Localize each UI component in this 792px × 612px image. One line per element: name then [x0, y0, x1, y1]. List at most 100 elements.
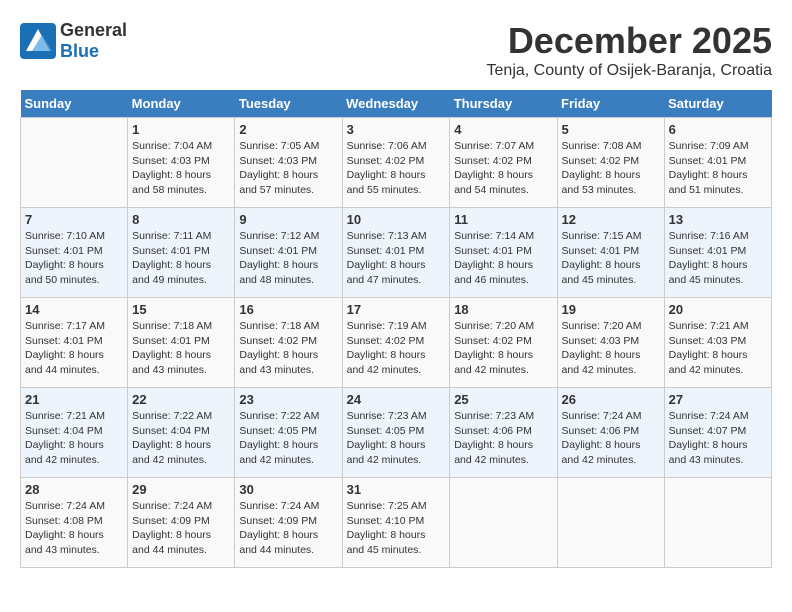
- day-number: 7: [25, 212, 123, 227]
- calendar-week-3: 21 Sunrise: 7:21 AM Sunset: 4:04 PM Dayli…: [21, 388, 772, 478]
- day-number: 1: [132, 122, 230, 137]
- day-number: 2: [239, 122, 337, 137]
- logo-icon: [20, 23, 56, 59]
- logo-blue: Blue: [60, 41, 99, 61]
- day-number: 15: [132, 302, 230, 317]
- day-info: Sunrise: 7:06 AM Sunset: 4:02 PM Dayligh…: [347, 139, 446, 198]
- calendar-cell: 25 Sunrise: 7:23 AM Sunset: 4:06 PM Dayli…: [450, 388, 557, 478]
- day-info: Sunrise: 7:20 AM Sunset: 4:02 PM Dayligh…: [454, 319, 552, 378]
- calendar-cell: 8Sunrise: 7:11 AM Sunset: 4:01 PM Daylig…: [128, 208, 235, 298]
- day-number: 14: [25, 302, 123, 317]
- day-number: 24: [347, 392, 446, 407]
- day-number: 31: [347, 482, 446, 497]
- day-info: Sunrise: 7:22 AM Sunset: 4:04 PM Dayligh…: [132, 409, 230, 468]
- day-info: Sunrise: 7:24 AM Sunset: 4:06 PM Dayligh…: [562, 409, 660, 468]
- day-number: 28: [25, 482, 123, 497]
- calendar-cell: 20Sunrise: 7:21 AM Sunset: 4:03 PM Dayli…: [664, 298, 771, 388]
- day-info: Sunrise: 7:18 AM Sunset: 4:01 PM Dayligh…: [132, 319, 230, 378]
- day-info: Sunrise: 7:22 AM Sunset: 4:05 PM Dayligh…: [239, 409, 337, 468]
- day-info: Sunrise: 7:18 AM Sunset: 4:02 PM Dayligh…: [239, 319, 337, 378]
- logo-text: General Blue: [60, 20, 127, 62]
- calendar-cell: 21 Sunrise: 7:21 AM Sunset: 4:04 PM Dayli…: [21, 388, 128, 478]
- calendar-week-0: 1 Sunrise: 7:04 AM Sunset: 4:03 PM Daylig…: [21, 118, 772, 208]
- day-info: Sunrise: 7:17 AM Sunset: 4:01 PM Dayligh…: [25, 319, 123, 378]
- day-info: Sunrise: 7:07 AM Sunset: 4:02 PM Dayligh…: [454, 139, 552, 198]
- day-number: 6: [669, 122, 767, 137]
- calendar-cell: [664, 478, 771, 568]
- day-info: Sunrise: 7:21 AM Sunset: 4:04 PM Dayligh…: [25, 409, 123, 468]
- day-info: Sunrise: 7:14 AM Sunset: 4:01 PM Dayligh…: [454, 229, 552, 288]
- calendar-cell: 6 Sunrise: 7:09 AM Sunset: 4:01 PM Daylig…: [664, 118, 771, 208]
- calendar-cell: 31Sunrise: 7:25 AM Sunset: 4:10 PM Dayli…: [342, 478, 450, 568]
- day-info: Sunrise: 7:23 AM Sunset: 4:05 PM Dayligh…: [347, 409, 446, 468]
- calendar-header-monday: Monday: [128, 90, 235, 118]
- day-number: 9: [239, 212, 337, 227]
- day-info: Sunrise: 7:13 AM Sunset: 4:01 PM Dayligh…: [347, 229, 446, 288]
- logo-general: General: [60, 20, 127, 40]
- calendar-cell: 15 Sunrise: 7:18 AM Sunset: 4:01 PM Dayli…: [128, 298, 235, 388]
- calendar-header-row: SundayMondayTuesdayWednesdayThursdayFrid…: [21, 90, 772, 118]
- day-number: 3: [347, 122, 446, 137]
- calendar-cell: 24 Sunrise: 7:23 AM Sunset: 4:05 PM Dayli…: [342, 388, 450, 478]
- calendar-cell: 11Sunrise: 7:14 AM Sunset: 4:01 PM Dayli…: [450, 208, 557, 298]
- calendar-cell: 14 Sunrise: 7:17 AM Sunset: 4:01 PM Dayli…: [21, 298, 128, 388]
- calendar-cell: 7 Sunrise: 7:10 AM Sunset: 4:01 PM Daylig…: [21, 208, 128, 298]
- day-info: Sunrise: 7:20 AM Sunset: 4:03 PM Dayligh…: [562, 319, 660, 378]
- calendar-cell: 9 Sunrise: 7:12 AM Sunset: 4:01 PM Daylig…: [235, 208, 342, 298]
- calendar-cell: 17Sunrise: 7:19 AM Sunset: 4:02 PM Dayli…: [342, 298, 450, 388]
- day-number: 12: [562, 212, 660, 227]
- calendar: SundayMondayTuesdayWednesdayThursdayFrid…: [20, 90, 772, 568]
- calendar-week-2: 14 Sunrise: 7:17 AM Sunset: 4:01 PM Dayli…: [21, 298, 772, 388]
- day-info: Sunrise: 7:05 AM Sunset: 4:03 PM Dayligh…: [239, 139, 337, 198]
- day-info: Sunrise: 7:10 AM Sunset: 4:01 PM Dayligh…: [25, 229, 123, 288]
- day-number: 21: [25, 392, 123, 407]
- calendar-week-4: 28Sunrise: 7:24 AM Sunset: 4:08 PM Dayli…: [21, 478, 772, 568]
- calendar-cell: 5 Sunrise: 7:08 AM Sunset: 4:02 PM Daylig…: [557, 118, 664, 208]
- calendar-cell: 1 Sunrise: 7:04 AM Sunset: 4:03 PM Daylig…: [128, 118, 235, 208]
- month-title: December 2025: [487, 20, 772, 62]
- day-number: 10: [347, 212, 446, 227]
- day-number: 26: [562, 392, 660, 407]
- calendar-cell: 2 Sunrise: 7:05 AM Sunset: 4:03 PM Daylig…: [235, 118, 342, 208]
- day-info: Sunrise: 7:24 AM Sunset: 4:09 PM Dayligh…: [132, 499, 230, 558]
- day-info: Sunrise: 7:11 AM Sunset: 4:01 PM Dayligh…: [132, 229, 230, 288]
- day-number: 19: [562, 302, 660, 317]
- calendar-cell: 12 Sunrise: 7:15 AM Sunset: 4:01 PM Dayli…: [557, 208, 664, 298]
- calendar-header-saturday: Saturday: [664, 90, 771, 118]
- calendar-cell: 13 Sunrise: 7:16 AM Sunset: 4:01 PM Dayli…: [664, 208, 771, 298]
- day-info: Sunrise: 7:23 AM Sunset: 4:06 PM Dayligh…: [454, 409, 552, 468]
- day-info: Sunrise: 7:04 AM Sunset: 4:03 PM Dayligh…: [132, 139, 230, 198]
- day-number: 13: [669, 212, 767, 227]
- logo: General Blue: [20, 20, 127, 62]
- calendar-cell: 4Sunrise: 7:07 AM Sunset: 4:02 PM Daylig…: [450, 118, 557, 208]
- calendar-header-friday: Friday: [557, 90, 664, 118]
- day-number: 20: [669, 302, 767, 317]
- calendar-cell: 26 Sunrise: 7:24 AM Sunset: 4:06 PM Dayli…: [557, 388, 664, 478]
- calendar-header-thursday: Thursday: [450, 90, 557, 118]
- day-info: Sunrise: 7:16 AM Sunset: 4:01 PM Dayligh…: [669, 229, 767, 288]
- calendar-header-sunday: Sunday: [21, 90, 128, 118]
- day-info: Sunrise: 7:12 AM Sunset: 4:01 PM Dayligh…: [239, 229, 337, 288]
- day-info: Sunrise: 7:24 AM Sunset: 4:07 PM Dayligh…: [669, 409, 767, 468]
- calendar-week-1: 7 Sunrise: 7:10 AM Sunset: 4:01 PM Daylig…: [21, 208, 772, 298]
- header: General Blue December 2025 Tenja, County…: [20, 20, 772, 80]
- day-number: 5: [562, 122, 660, 137]
- location-title: Tenja, County of Osijek-Baranja, Croatia: [487, 62, 772, 80]
- day-number: 30: [239, 482, 337, 497]
- calendar-cell: 10 Sunrise: 7:13 AM Sunset: 4:01 PM Dayli…: [342, 208, 450, 298]
- day-info: Sunrise: 7:19 AM Sunset: 4:02 PM Dayligh…: [347, 319, 446, 378]
- calendar-cell: 19 Sunrise: 7:20 AM Sunset: 4:03 PM Dayli…: [557, 298, 664, 388]
- calendar-cell: 28Sunrise: 7:24 AM Sunset: 4:08 PM Dayli…: [21, 478, 128, 568]
- calendar-cell: 22Sunrise: 7:22 AM Sunset: 4:04 PM Dayli…: [128, 388, 235, 478]
- calendar-header-wednesday: Wednesday: [342, 90, 450, 118]
- calendar-cell: 16Sunrise: 7:18 AM Sunset: 4:02 PM Dayli…: [235, 298, 342, 388]
- day-number: 23: [239, 392, 337, 407]
- day-info: Sunrise: 7:15 AM Sunset: 4:01 PM Dayligh…: [562, 229, 660, 288]
- calendar-header-tuesday: Tuesday: [235, 90, 342, 118]
- calendar-cell: [450, 478, 557, 568]
- day-info: Sunrise: 7:24 AM Sunset: 4:09 PM Dayligh…: [239, 499, 337, 558]
- calendar-cell: [557, 478, 664, 568]
- day-info: Sunrise: 7:08 AM Sunset: 4:02 PM Dayligh…: [562, 139, 660, 198]
- day-number: 25: [454, 392, 552, 407]
- day-info: Sunrise: 7:09 AM Sunset: 4:01 PM Dayligh…: [669, 139, 767, 198]
